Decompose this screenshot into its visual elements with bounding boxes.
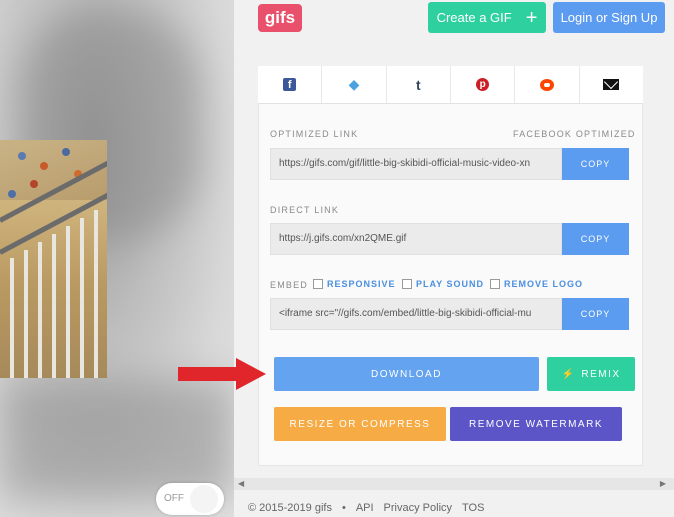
direct-link-label: DIRECT LINK	[270, 205, 340, 215]
direct-link-field[interactable]: https://j.gifs.com/xn2QME.gif	[270, 223, 562, 255]
baluster	[38, 242, 42, 378]
scroll-left-icon[interactable]: ◀	[238, 479, 244, 488]
facebook-optimized-label: FACEBOOK OPTIMIZED	[513, 129, 636, 139]
gif-decoration	[40, 162, 48, 170]
pinterest-icon: p	[476, 78, 490, 91]
baluster	[80, 218, 84, 378]
share-pinterest[interactable]: p	[451, 66, 516, 103]
remove-logo-option-label[interactable]: REMOVE LOGO	[504, 279, 583, 289]
download-button[interactable]: DOWNLOAD	[274, 357, 539, 391]
baluster	[10, 258, 14, 378]
baluster	[94, 210, 98, 378]
api-link[interactable]: API	[356, 502, 374, 514]
twitter-icon: ◆	[348, 76, 360, 92]
create-gif-button[interactable]: Create a GIF +	[428, 2, 546, 33]
login-signup-button[interactable]: Login or Sign Up	[553, 2, 665, 33]
share-card	[258, 66, 643, 466]
embed-code-field[interactable]: <iframe src="//gifs.com/embed/little-big…	[270, 298, 562, 330]
remix-label: REMIX	[581, 368, 621, 380]
tumblr-icon: t	[415, 76, 421, 93]
copy-direct-button[interactable]: COPY	[562, 223, 629, 255]
gifs-logo[interactable]: gifs	[258, 4, 302, 32]
remix-icon: ⚡	[561, 368, 576, 380]
optimized-link-label: OPTIMIZED LINK	[270, 129, 359, 139]
gif-decoration	[62, 148, 70, 156]
facebook-icon: f	[283, 78, 297, 91]
copy-optimized-button[interactable]: COPY	[562, 148, 629, 180]
toggle-knob	[190, 485, 218, 513]
privacy-policy-link[interactable]: Privacy Policy	[384, 502, 452, 514]
toggle-label: OFF	[164, 493, 184, 504]
tos-link[interactable]: TOS	[462, 502, 484, 514]
copy-embed-button[interactable]: COPY	[562, 298, 629, 330]
responsive-checkbox[interactable]	[313, 279, 323, 289]
gif-decoration	[18, 152, 26, 160]
remove-logo-checkbox[interactable]	[490, 279, 500, 289]
share-facebook[interactable]: f	[258, 66, 323, 103]
copyright-text: © 2015-2019 gifs	[248, 502, 332, 514]
share-email[interactable]	[580, 66, 643, 103]
resize-compress-button[interactable]: RESIZE OR COMPRESS	[274, 407, 446, 441]
baluster	[66, 226, 70, 378]
embed-label: EMBED	[270, 280, 309, 290]
play-sound-option-label[interactable]: PLAY SOUND	[416, 279, 484, 289]
horizontal-scrollbar[interactable]: ◀ ▶	[234, 478, 674, 490]
baluster	[24, 250, 28, 378]
responsive-option-label[interactable]: RESPONSIVE	[327, 279, 396, 289]
gif-decoration	[30, 180, 38, 188]
gif-preview-background	[0, 0, 234, 517]
share-reddit[interactable]	[515, 66, 580, 103]
share-twitter[interactable]: ◆	[322, 66, 387, 103]
remix-button[interactable]: ⚡ REMIX	[547, 357, 635, 391]
share-tumblr[interactable]: t	[387, 66, 451, 103]
social-share-bar: f ◆ t p	[258, 66, 643, 104]
remove-watermark-button[interactable]: REMOVE WATERMARK	[450, 407, 622, 441]
create-gif-label: Create a GIF	[436, 10, 512, 25]
off-toggle[interactable]: OFF	[156, 483, 224, 515]
baluster	[52, 234, 56, 378]
optimized-link-field[interactable]: https://gifs.com/gif/little-big-skibidi-…	[270, 148, 562, 180]
gif-thumbnail	[0, 140, 107, 378]
play-sound-checkbox[interactable]	[402, 279, 412, 289]
footer: © 2015-2019 gifs • API Privacy Policy TO…	[248, 502, 484, 514]
blur-shape	[0, 380, 234, 500]
plus-icon: +	[525, 6, 538, 29]
scroll-right-icon[interactable]: ▶	[660, 479, 666, 488]
red-arrow-icon	[178, 358, 266, 390]
email-icon	[603, 79, 620, 90]
gif-decoration	[8, 190, 16, 198]
reddit-icon	[539, 78, 554, 91]
footer-separator: •	[341, 502, 346, 514]
